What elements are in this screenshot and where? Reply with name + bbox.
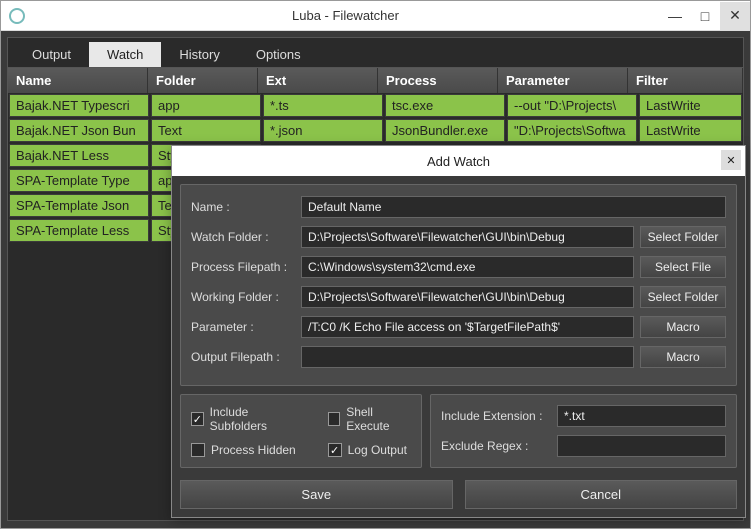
titlebar: Luba - Filewatcher — □ ✕ [1, 1, 750, 31]
cell-folder[interactable]: app [151, 94, 261, 117]
col-parameter[interactable]: Parameter [498, 68, 628, 93]
dialog-titlebar: Add Watch ✕ [172, 146, 745, 176]
process-filepath-label: Process Filepath : [191, 260, 301, 274]
grid-header: Name Folder Ext Process Parameter Filter [8, 68, 743, 93]
output-filepath-label: Output Filepath : [191, 350, 301, 364]
col-filter[interactable]: Filter [628, 68, 743, 93]
maximize-button[interactable]: □ [690, 2, 720, 30]
add-watch-dialog: Add Watch ✕ Name : Watch Folder : Select… [171, 145, 746, 518]
window-controls: — □ ✕ [660, 2, 750, 30]
parameter-label: Parameter : [191, 320, 301, 334]
col-folder[interactable]: Folder [148, 68, 258, 93]
cell-ext[interactable]: *.ts [263, 94, 383, 117]
checkbox-icon [328, 443, 342, 457]
table-row[interactable]: Bajak.NET Typescriapp*.tstsc.exe--out "D… [8, 93, 743, 118]
checks-panel: Include Subfolders Process Hidden Shell … [180, 394, 422, 468]
cancel-button[interactable]: Cancel [465, 480, 738, 509]
cell-name[interactable]: Bajak.NET Json Bun [9, 119, 149, 142]
include-subfolders-check[interactable]: Include Subfolders [191, 405, 298, 433]
parameter-macro-button[interactable]: Macro [640, 316, 726, 338]
cell-filter[interactable]: LastWrite [639, 119, 742, 142]
cell-name[interactable]: SPA-Template Type [9, 169, 149, 192]
checkbox-icon [191, 412, 204, 426]
tab-watch[interactable]: Watch [89, 42, 161, 67]
watch-folder-label: Watch Folder : [191, 230, 301, 244]
app-icon [9, 8, 25, 24]
cell-parameter[interactable]: --out "D:\Projects\ [507, 94, 637, 117]
exclude-regex-label: Exclude Regex : [441, 439, 557, 453]
checkbox-icon [191, 443, 205, 457]
process-hidden-check[interactable]: Process Hidden [191, 443, 298, 457]
minimize-button[interactable]: — [660, 2, 690, 30]
process-filepath-input[interactable] [301, 256, 634, 278]
tab-output[interactable]: Output [14, 42, 89, 67]
filter-panel: Include Extension : Exclude Regex : [430, 394, 737, 468]
output-filepath-input[interactable] [301, 346, 634, 368]
col-ext[interactable]: Ext [258, 68, 378, 93]
cell-folder[interactable]: Text [151, 119, 261, 142]
select-file-button[interactable]: Select File [640, 256, 726, 278]
tab-history[interactable]: History [161, 42, 237, 67]
save-button[interactable]: Save [180, 480, 453, 509]
select-watch-folder-button[interactable]: Select Folder [640, 226, 726, 248]
include-extension-input[interactable] [557, 405, 726, 427]
name-label: Name : [191, 200, 301, 214]
cell-name[interactable]: SPA-Template Json [9, 194, 149, 217]
dialog-body: Name : Watch Folder : Select Folder Proc… [172, 176, 745, 517]
cell-filter[interactable]: LastWrite [639, 94, 742, 117]
dialog-close-button[interactable]: ✕ [721, 150, 741, 170]
dialog-title: Add Watch [427, 154, 490, 169]
table-row[interactable]: Bajak.NET Json BunText*.jsonJsonBundler.… [8, 118, 743, 143]
tab-bar: Output Watch History Options [7, 37, 744, 68]
window-title: Luba - Filewatcher [31, 8, 660, 23]
cell-name[interactable]: SPA-Template Less [9, 219, 149, 242]
working-folder-label: Working Folder : [191, 290, 301, 304]
cell-name[interactable]: Bajak.NET Less [9, 144, 149, 167]
working-folder-input[interactable] [301, 286, 634, 308]
dialog-buttons: Save Cancel [180, 476, 737, 509]
parameter-input[interactable] [301, 316, 634, 338]
include-extension-label: Include Extension : [441, 409, 557, 423]
log-output-check[interactable]: Log Output [328, 443, 411, 457]
close-button[interactable]: ✕ [720, 2, 750, 30]
watch-folder-input[interactable] [301, 226, 634, 248]
shell-execute-check[interactable]: Shell Execute [328, 405, 411, 433]
exclude-regex-input[interactable] [557, 435, 726, 457]
tab-options[interactable]: Options [238, 42, 319, 67]
cell-ext[interactable]: *.json [263, 119, 383, 142]
form-panel: Name : Watch Folder : Select Folder Proc… [180, 184, 737, 386]
cell-parameter[interactable]: "D:\Projects\Softwa [507, 119, 637, 142]
cell-process[interactable]: tsc.exe [385, 94, 505, 117]
checkbox-icon [328, 412, 341, 426]
col-process[interactable]: Process [378, 68, 498, 93]
output-macro-button[interactable]: Macro [640, 346, 726, 368]
cell-name[interactable]: Bajak.NET Typescri [9, 94, 149, 117]
cell-process[interactable]: JsonBundler.exe [385, 119, 505, 142]
name-input[interactable] [301, 196, 726, 218]
col-name[interactable]: Name [8, 68, 148, 93]
select-working-folder-button[interactable]: Select Folder [640, 286, 726, 308]
